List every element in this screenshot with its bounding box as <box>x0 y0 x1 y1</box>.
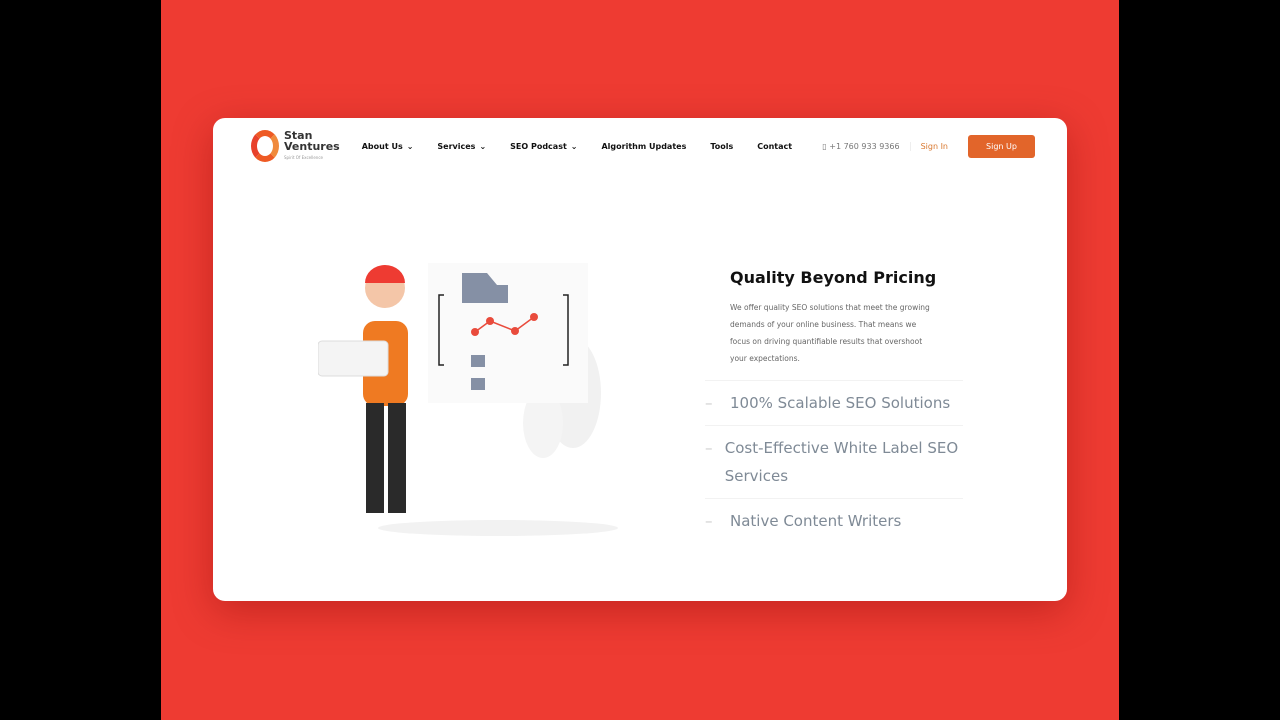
navbar: Stan Ventures Spirit Of Excellence About U… <box>251 130 1035 162</box>
logo[interactable]: Stan Ventures Spirit Of Excellence <box>251 130 340 163</box>
dash-icon: – <box>705 439 713 457</box>
nav-item-services[interactable]: Services ⌄ <box>437 142 486 151</box>
phone-number: +1 760 933 9366 <box>829 141 900 151</box>
nav-label: Contact <box>757 141 793 151</box>
nav-item-about-us[interactable]: About Us ⌄ <box>362 142 414 151</box>
dash-icon: – <box>705 512 713 530</box>
nav-item-algorithm-updates[interactable]: Algorithm Updates <box>601 142 686 151</box>
feature-label: 100% Scalable SEO Solutions <box>730 394 951 412</box>
tagline: Spirit Of Excellence <box>284 154 323 160</box>
nav-label: Services <box>437 141 476 151</box>
feature-list: –100% Scalable SEO Solutions – Cost-Effect… <box>705 380 963 543</box>
chevron-down-icon: ⌄ <box>479 141 487 151</box>
brand-name-2: Ventures <box>284 139 340 153</box>
feature-item[interactable]: – Native Content Writers <box>705 498 963 543</box>
chevron-down-icon: ⌄ <box>570 141 578 151</box>
phone-link[interactable]: ▯ +1 760 933 9366 <box>822 141 911 151</box>
nav-label: Algorithm Updates <box>601 141 687 151</box>
hero-title: Quality Beyond Pricing <box>730 268 937 287</box>
logo-icon <box>251 130 279 162</box>
nav-label: SEO Podcast <box>510 141 567 151</box>
nav-item-tools[interactable]: Tools <box>710 142 733 151</box>
sign-up-button[interactable]: Sign Up <box>968 134 1035 158</box>
sign-in-link[interactable]: Sign In <box>921 142 948 151</box>
feature-item[interactable]: –100% Scalable SEO Solutions <box>705 380 963 425</box>
main-menu: About Us ⌄ Services ⌄ SEO Podcast ⌄ Algorithm … <box>362 142 816 151</box>
brand-name: Stan <box>284 128 313 142</box>
feature-item[interactable]: – Cost-Effective White Label SEO Services <box>705 425 963 498</box>
chevron-down-icon: ⌄ <box>406 141 414 151</box>
hero-description: We offer quality SEO solutions that meet… <box>730 303 930 363</box>
nav-label: Tools <box>710 141 734 151</box>
hero-illustration <box>318 263 618 536</box>
nav-item-contact[interactable]: Contact <box>757 142 792 151</box>
website-card: Stan Ventures Spirit Of Excellence About U… <box>213 118 1067 601</box>
feature-label: Cost-Effective White Label SEO Services <box>724 439 959 485</box>
nav-label: About Us <box>361 141 403 151</box>
nav-item-seo-podcast[interactable]: SEO Podcast ⌄ <box>510 142 577 151</box>
dash-icon: – <box>705 394 713 412</box>
feature-label: Native Content Writers <box>730 512 902 530</box>
